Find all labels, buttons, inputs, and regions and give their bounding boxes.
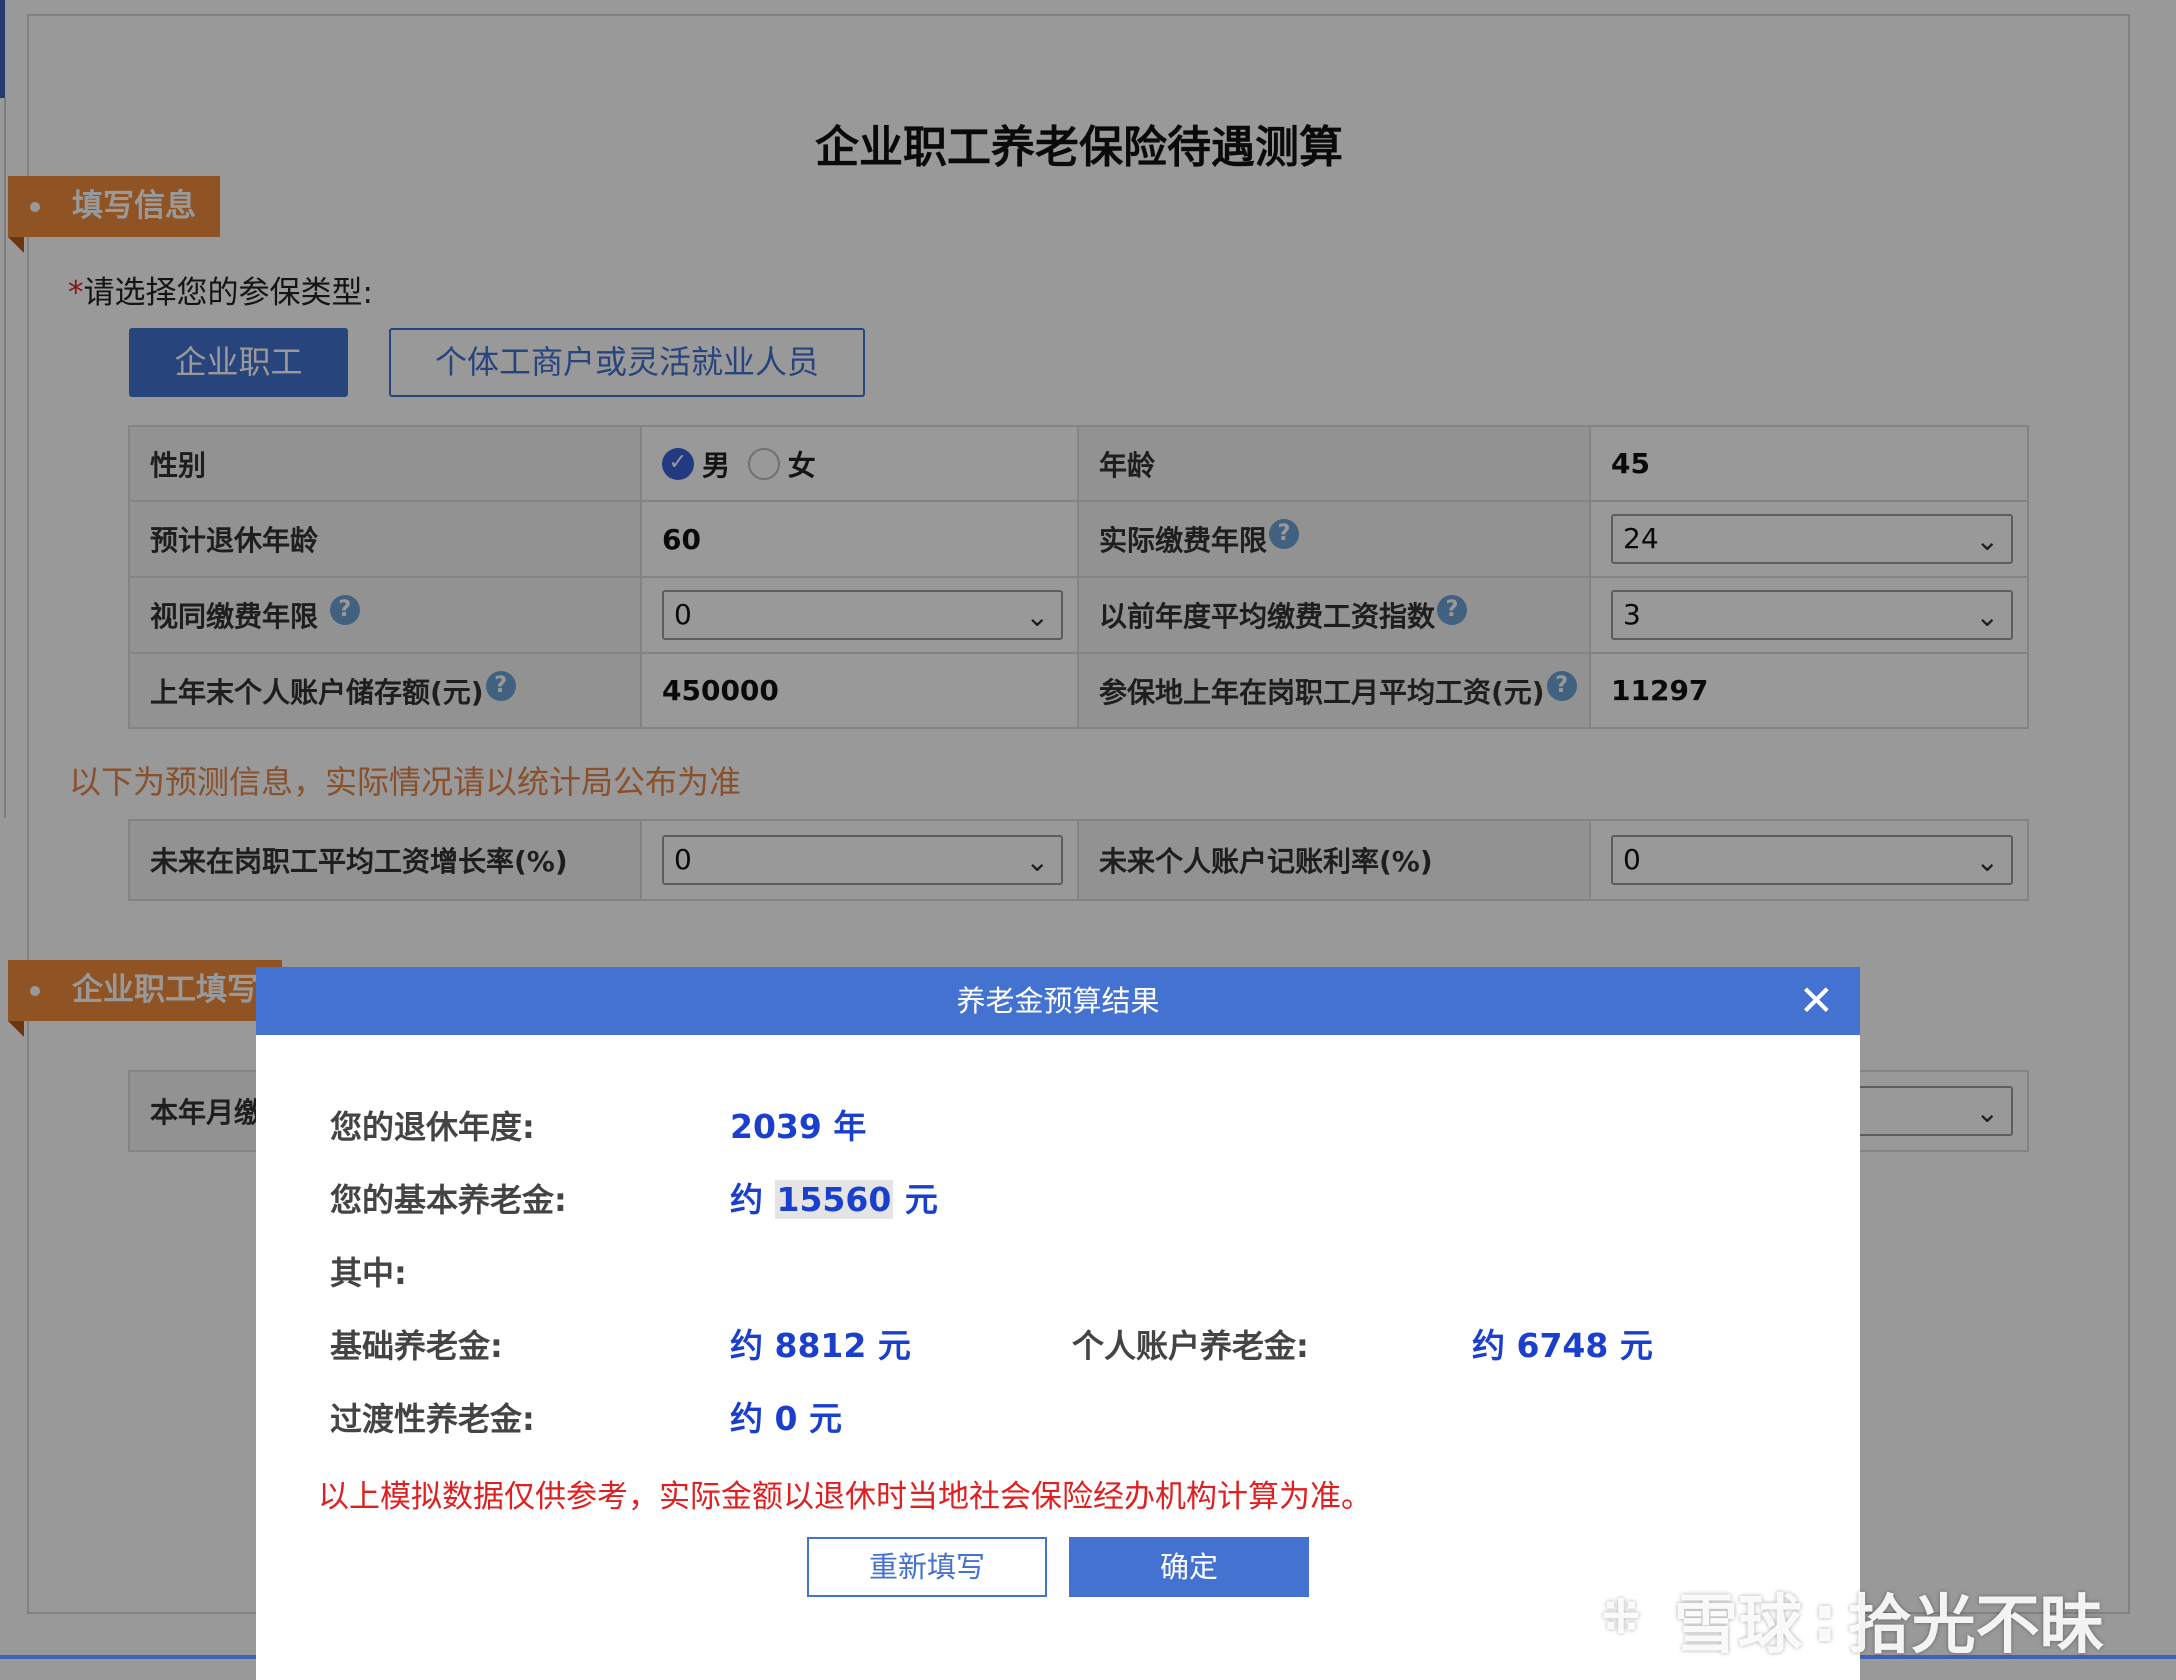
yuan-unit: 元	[904, 1180, 938, 1219]
close-icon[interactable]: ✕	[1799, 967, 1834, 1035]
approx-prefix: 约	[730, 1180, 763, 1219]
transition-pension-number: 0	[774, 1399, 798, 1438]
basic-pension-value: 约 15560 元	[730, 1173, 938, 1221]
basic-pension-label: 您的基本养老金:	[330, 1181, 567, 1219]
dialog-header: 养老金预算结果 ✕	[256, 967, 1860, 1035]
personal-pension-value: 约 6748 元	[1472, 1319, 1653, 1367]
basic-pension-number: 15560	[774, 1180, 894, 1219]
base-pension-value: 约 8812 元	[730, 1319, 911, 1367]
refill-button[interactable]: 重新填写	[807, 1537, 1047, 1597]
watermark-separator: :	[1812, 1583, 1838, 1657]
of-which-label: 其中:	[330, 1254, 407, 1292]
yuan-unit: 元	[877, 1326, 911, 1365]
approx-prefix: 约	[730, 1399, 763, 1438]
watermark-author: 拾光不昧	[1847, 1589, 2104, 1663]
snowball-logo-icon: ⁜	[1586, 1585, 1656, 1655]
transition-pension-label: 过渡性养老金:	[330, 1400, 535, 1438]
result-disclaimer: 以上模拟数据仅供参考，实际金额以退休时当地社会保险经办机构计算为准。	[318, 1479, 1372, 1515]
confirm-button[interactable]: 确定	[1069, 1537, 1309, 1597]
watermark-brand: 雪球	[1674, 1589, 1802, 1663]
retire-year-number: 2039	[730, 1107, 822, 1146]
yuan-unit: 元	[808, 1399, 842, 1438]
base-pension-number: 8812	[774, 1326, 867, 1365]
transition-pension-value: 约 0 元	[730, 1392, 842, 1440]
personal-pension-label: 个人账户养老金:	[1072, 1327, 1309, 1365]
approx-prefix: 约	[1472, 1326, 1505, 1365]
retire-year-unit: 年	[833, 1107, 867, 1146]
watermark: ⁜ 雪球 : 拾光不昧	[1586, 1574, 2104, 1666]
approx-prefix: 约	[730, 1326, 763, 1365]
dialog-title: 养老金预算结果	[956, 984, 1160, 1018]
personal-pension-number: 6748	[1516, 1326, 1609, 1365]
retire-year-value: 2039 年	[730, 1100, 866, 1148]
yuan-unit: 元	[1619, 1326, 1653, 1365]
retire-year-label: 您的退休年度:	[330, 1108, 535, 1146]
base-pension-label: 基础养老金:	[330, 1327, 503, 1365]
